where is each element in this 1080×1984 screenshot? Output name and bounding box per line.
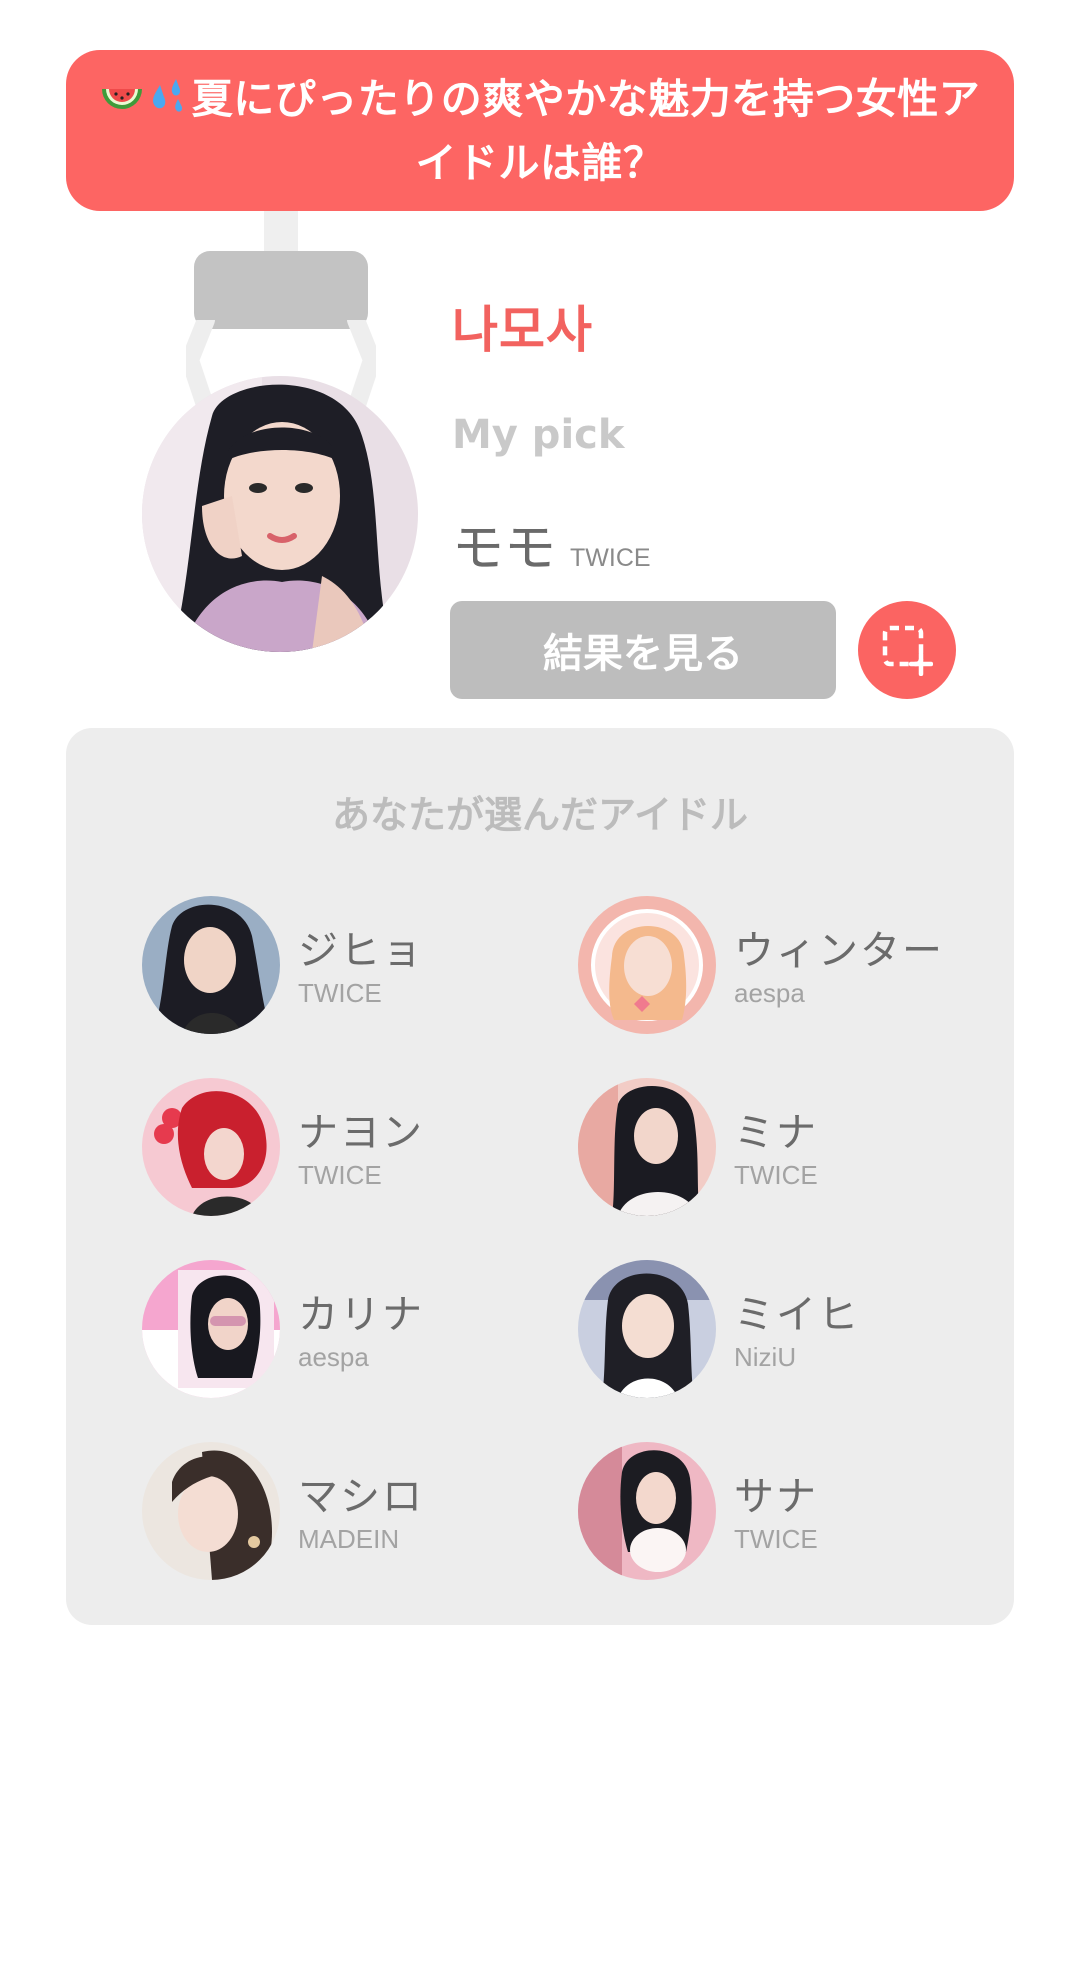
- idol-avatar: [578, 1260, 716, 1398]
- watermelon-icon: [101, 88, 142, 109]
- question-banner: 夏にぴったりの爽やかな魅力を持つ女性アイドルは誰？: [66, 50, 1014, 211]
- idol-avatar: [578, 1078, 716, 1216]
- idol-name: マシロ: [298, 1474, 424, 1520]
- idol-group: TWICE: [298, 1160, 382, 1190]
- idol-group: aespa: [734, 978, 805, 1008]
- list-item[interactable]: ジヒョ TWICE: [142, 896, 562, 1036]
- idol-group: aespa: [298, 1342, 369, 1372]
- list-item[interactable]: カリナ aespa: [142, 1260, 562, 1400]
- claw-stem: [264, 211, 298, 255]
- my-pick-label: My pick: [452, 412, 625, 458]
- panel-title: あなたが選んだアイドル: [331, 793, 749, 837]
- idol-avatar: [142, 896, 280, 1034]
- idol-name: ウィンター: [734, 928, 944, 974]
- idol-group: MADEIN: [298, 1524, 400, 1554]
- pick-name: モモ: [452, 519, 557, 579]
- pick-name-row: モモ TWICE: [452, 506, 651, 581]
- idol-name: サナ: [734, 1474, 818, 1520]
- idol-name: ミナ: [734, 1110, 818, 1156]
- idol-group: TWICE: [298, 978, 382, 1008]
- idol-name: カリナ: [298, 1292, 424, 1338]
- idol-avatar: [142, 1078, 280, 1216]
- screenshot-capture-icon: [882, 625, 933, 676]
- idol-group: TWICE: [734, 1160, 818, 1190]
- idol-name: ジヒョ: [298, 928, 424, 974]
- sweat-drops-icon: [152, 78, 182, 112]
- idol-avatar: [142, 1260, 280, 1398]
- list-item[interactable]: ウィンター aespa: [578, 896, 998, 1036]
- list-item[interactable]: サナ TWICE: [578, 1442, 998, 1582]
- view-result-button[interactable]: 結果を見る: [450, 601, 836, 699]
- idol-name: ナヨン: [298, 1110, 424, 1156]
- pick-avatar: [142, 376, 418, 652]
- list-item[interactable]: ミイヒ NiziU: [578, 1260, 998, 1400]
- idol-avatar: [578, 896, 716, 1034]
- capture-button[interactable]: [858, 601, 956, 699]
- banner-title: 夏にぴったりの爽やかな魅力を持つ女性アイドルは誰？: [191, 74, 981, 187]
- brand-name: 나모사: [452, 301, 593, 359]
- idol-group: NiziU: [734, 1342, 797, 1372]
- list-item[interactable]: ミナ TWICE: [578, 1078, 998, 1218]
- list-item[interactable]: ナヨン TWICE: [142, 1078, 562, 1218]
- claw-block: [194, 251, 368, 329]
- idol-name: ミイヒ: [734, 1292, 860, 1338]
- idol-avatar: [578, 1442, 716, 1580]
- idol-group: TWICE: [734, 1524, 818, 1554]
- list-item[interactable]: マシロ MADEIN: [142, 1442, 562, 1582]
- idol-avatar: [142, 1442, 280, 1580]
- selected-idols-panel: あなたが選んだアイドル ジヒョ TWICE ウィンター aespa ナヨン TW…: [66, 728, 1014, 1625]
- pick-group: TWICE: [570, 544, 651, 572]
